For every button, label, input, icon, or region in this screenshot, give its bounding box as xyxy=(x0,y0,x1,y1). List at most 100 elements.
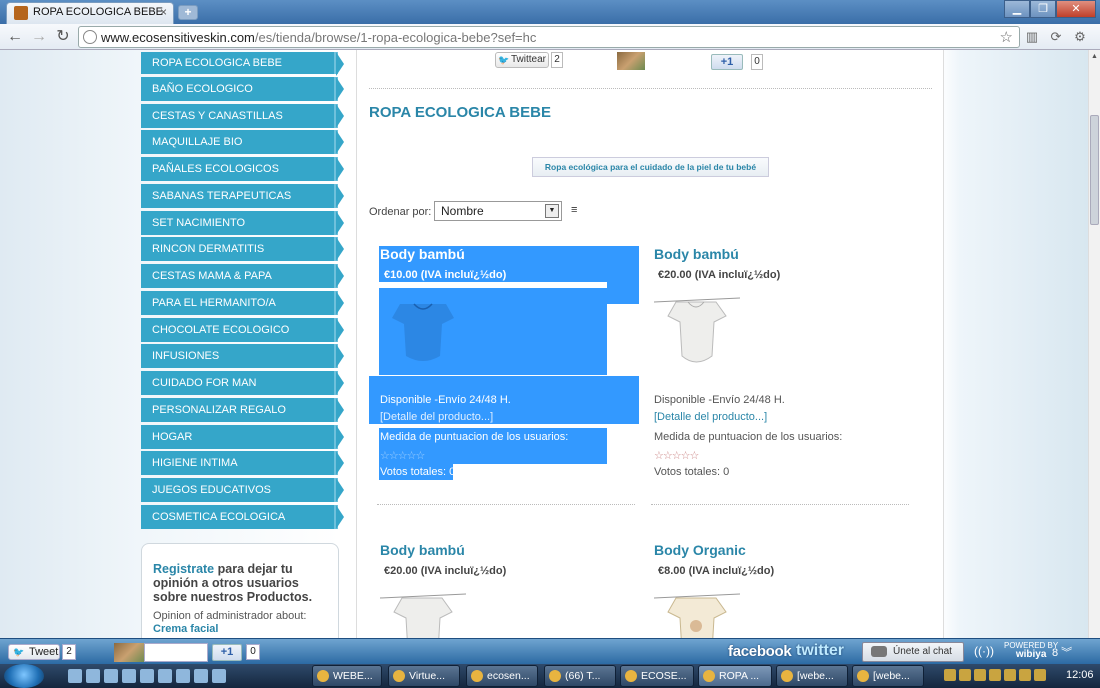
quick-launch-icon[interactable] xyxy=(158,669,172,683)
product-name[interactable]: Body Organic xyxy=(654,542,746,558)
product-detail-link[interactable]: [Detalle del producto...] xyxy=(654,411,767,423)
facebook-avatar xyxy=(617,52,645,70)
browser-tab[interactable]: ROPA ECOLOGICA BEBE × xyxy=(6,2,174,24)
address-bar[interactable]: www.ecosensitiveskin.com/es/tienda/brows… xyxy=(78,26,1020,48)
tray-icon[interactable] xyxy=(1019,669,1031,681)
sort-select[interactable]: Nombre ▼ xyxy=(434,201,562,221)
sidebar-item-cosmetica-ecologica[interactable]: COSMETICA ECOLOGICA xyxy=(141,504,344,529)
sidebar-item-bano-ecologico[interactable]: BAÑO ECOLOGICO xyxy=(141,76,344,101)
sidebar-item-hogar[interactable]: HOGAR xyxy=(141,424,344,449)
product-image[interactable] xyxy=(380,294,466,374)
sidebar-item-ropa-ecologica-bebe[interactable]: ROPA ECOLOGICA BEBE xyxy=(141,52,344,76)
admin-opinion-label: Opinion of administrador about: xyxy=(153,610,307,622)
scrollbar-thumb[interactable] xyxy=(1090,115,1099,225)
taskbar-item[interactable]: (66) T... xyxy=(544,665,616,687)
admin-opinion-product-link[interactable]: Crema facial xyxy=(153,623,327,635)
broadcast-icon[interactable]: ((·)) xyxy=(974,644,994,658)
google-plus-button[interactable]: +1 xyxy=(212,644,242,661)
quick-launch-icon[interactable] xyxy=(68,669,82,683)
product-availability: Disponible -Envío 24/48 H. xyxy=(380,394,511,406)
sync-icon[interactable]: ⟳ xyxy=(1048,29,1064,45)
taskbar-item-label: (66) T... xyxy=(565,670,601,682)
url-text[interactable]: www.ecosensitiveskin.com/es/tienda/brows… xyxy=(101,30,536,45)
product-image[interactable] xyxy=(380,590,466,638)
new-tab-button[interactable]: + xyxy=(178,5,198,20)
sidebar-item-cestas-mama-papa[interactable]: CESTAS MAMA & PAPA xyxy=(141,264,344,288)
register-link[interactable]: Registrate xyxy=(153,562,214,576)
quick-launch-icon[interactable] xyxy=(212,669,226,683)
start-button[interactable] xyxy=(4,664,44,688)
taskbar-item[interactable]: ECOSE... xyxy=(620,665,694,687)
maximize-button[interactable]: ❐ xyxy=(1030,0,1056,18)
sidebar-item-set-nacimiento[interactable]: SET NACIMIENTO xyxy=(141,210,344,235)
page-scrollbar[interactable]: ▲ xyxy=(1088,50,1100,638)
minimize-button[interactable]: ▁ xyxy=(1004,0,1030,18)
taskbar-item[interactable]: ecosen... xyxy=(466,665,538,687)
product-price: €20.00 (IVA incluï¿½do) xyxy=(384,565,507,577)
tray-icon[interactable] xyxy=(944,669,956,681)
app-icon xyxy=(549,670,561,682)
taskbar-item[interactable]: [webe... xyxy=(776,665,848,687)
facebook-link[interactable]: facebook xyxy=(728,643,792,660)
sidebar-item-cuidado-for-man[interactable]: CUIDADO FOR MAN xyxy=(141,371,344,395)
register-box: Registrate para dejar tu opinión a otros… xyxy=(141,543,339,638)
scroll-up-icon[interactable]: ▲ xyxy=(1091,53,1098,60)
sidebar-item-rincon-dermatitis[interactable]: RINCON DERMATITIS xyxy=(141,237,344,262)
page-menu-icon[interactable]: ▥ xyxy=(1024,29,1040,45)
quick-launch-icon[interactable] xyxy=(86,669,100,683)
tray-icon[interactable] xyxy=(1004,669,1016,681)
twitter-share-button[interactable]: Twittear xyxy=(495,52,549,68)
rating-stars-icon[interactable]: ☆☆☆☆☆ xyxy=(654,449,699,462)
product-image[interactable] xyxy=(654,590,740,638)
taskbar-item[interactable]: WEBE... xyxy=(312,665,382,687)
sort-direction-icon[interactable]: ≡ xyxy=(571,204,577,216)
quick-launch-icon[interactable] xyxy=(140,669,154,683)
tweet-button[interactable]: Tweet xyxy=(8,644,60,660)
quick-launch-icon[interactable] xyxy=(104,669,118,683)
product-name[interactable]: Body bambú xyxy=(380,246,465,262)
product-name[interactable]: Body bambú xyxy=(654,246,739,262)
sidebar-item-para-el-hermanito[interactable]: PARA EL HERMANITO/A xyxy=(141,290,344,315)
tray-icon[interactable] xyxy=(959,669,971,681)
sidebar-item-maquillaje-bio[interactable]: MAQUILLAJE BIO xyxy=(141,130,344,155)
product-image[interactable] xyxy=(654,294,740,374)
back-button[interactable]: ← xyxy=(6,28,24,46)
close-window-button[interactable]: ✕ xyxy=(1056,0,1096,18)
twitter-link[interactable]: twitter xyxy=(796,642,844,660)
bookmark-star-icon[interactable]: ☆ xyxy=(1000,28,1013,46)
sidebar-item-cestas-canastillas[interactable]: CESTAS Y CANASTILLAS xyxy=(141,103,344,128)
divider xyxy=(369,88,932,89)
rating-stars-icon[interactable]: ☆☆☆☆☆ xyxy=(380,449,425,462)
reload-button[interactable]: ↻ xyxy=(54,28,72,46)
wrench-icon[interactable]: ⚙ xyxy=(1072,29,1088,45)
window-controls: ▁ ❐ ✕ xyxy=(1004,0,1096,18)
sidebar-item-chocolate-ecologico[interactable]: CHOCOLATE ECOLOGICO xyxy=(141,317,344,342)
app-icon xyxy=(317,670,329,682)
sidebar-item-infusiones[interactable]: INFUSIONES xyxy=(141,344,344,369)
sidebar-item-higiene-intima[interactable]: HIGIENE INTIMA xyxy=(141,451,344,476)
sidebar-item-personalizar-regalo[interactable]: PERSONALIZAR REGALO xyxy=(141,397,344,422)
tray-icon[interactable] xyxy=(974,669,986,681)
google-plus-button[interactable]: +1 xyxy=(711,54,743,70)
product-detail-link[interactable]: [Detalle del producto...] xyxy=(380,411,493,423)
tab-close-icon[interactable]: × xyxy=(160,5,167,19)
quick-launch-icon[interactable] xyxy=(122,669,136,683)
chat-button[interactable]: Únete al chat xyxy=(862,642,964,662)
taskbar-item-active[interactable]: ROPA ... xyxy=(698,665,772,687)
chevron-down-icon[interactable]: ▼ xyxy=(545,204,559,218)
clock[interactable]: 12:06 xyxy=(1066,669,1094,681)
quick-launch-icon[interactable] xyxy=(176,669,190,683)
forward-button[interactable]: → xyxy=(30,28,48,46)
product-name[interactable]: Body bambú xyxy=(380,542,465,558)
tray-icon[interactable] xyxy=(989,669,1001,681)
facebook-like-box[interactable] xyxy=(144,643,208,662)
bar-controls[interactable]: 8 ︾ xyxy=(1052,644,1072,660)
taskbar-item[interactable]: Virtue... xyxy=(388,665,460,687)
sidebar-item-panales-ecologicos[interactable]: PAÑALES ECOLOGICOS xyxy=(141,157,344,181)
taskbar-item[interactable]: [webe... xyxy=(852,665,924,687)
sidebar-item-juegos-educativos[interactable]: JUEGOS EDUCATIVOS xyxy=(141,478,344,502)
tray-icon[interactable] xyxy=(1034,669,1046,681)
quick-launch-icon[interactable] xyxy=(194,669,208,683)
sidebar-item-sabanas-terapeuticas[interactable]: SABANAS TERAPEUTICAS xyxy=(141,183,344,208)
chat-bubble-icon xyxy=(871,646,887,657)
